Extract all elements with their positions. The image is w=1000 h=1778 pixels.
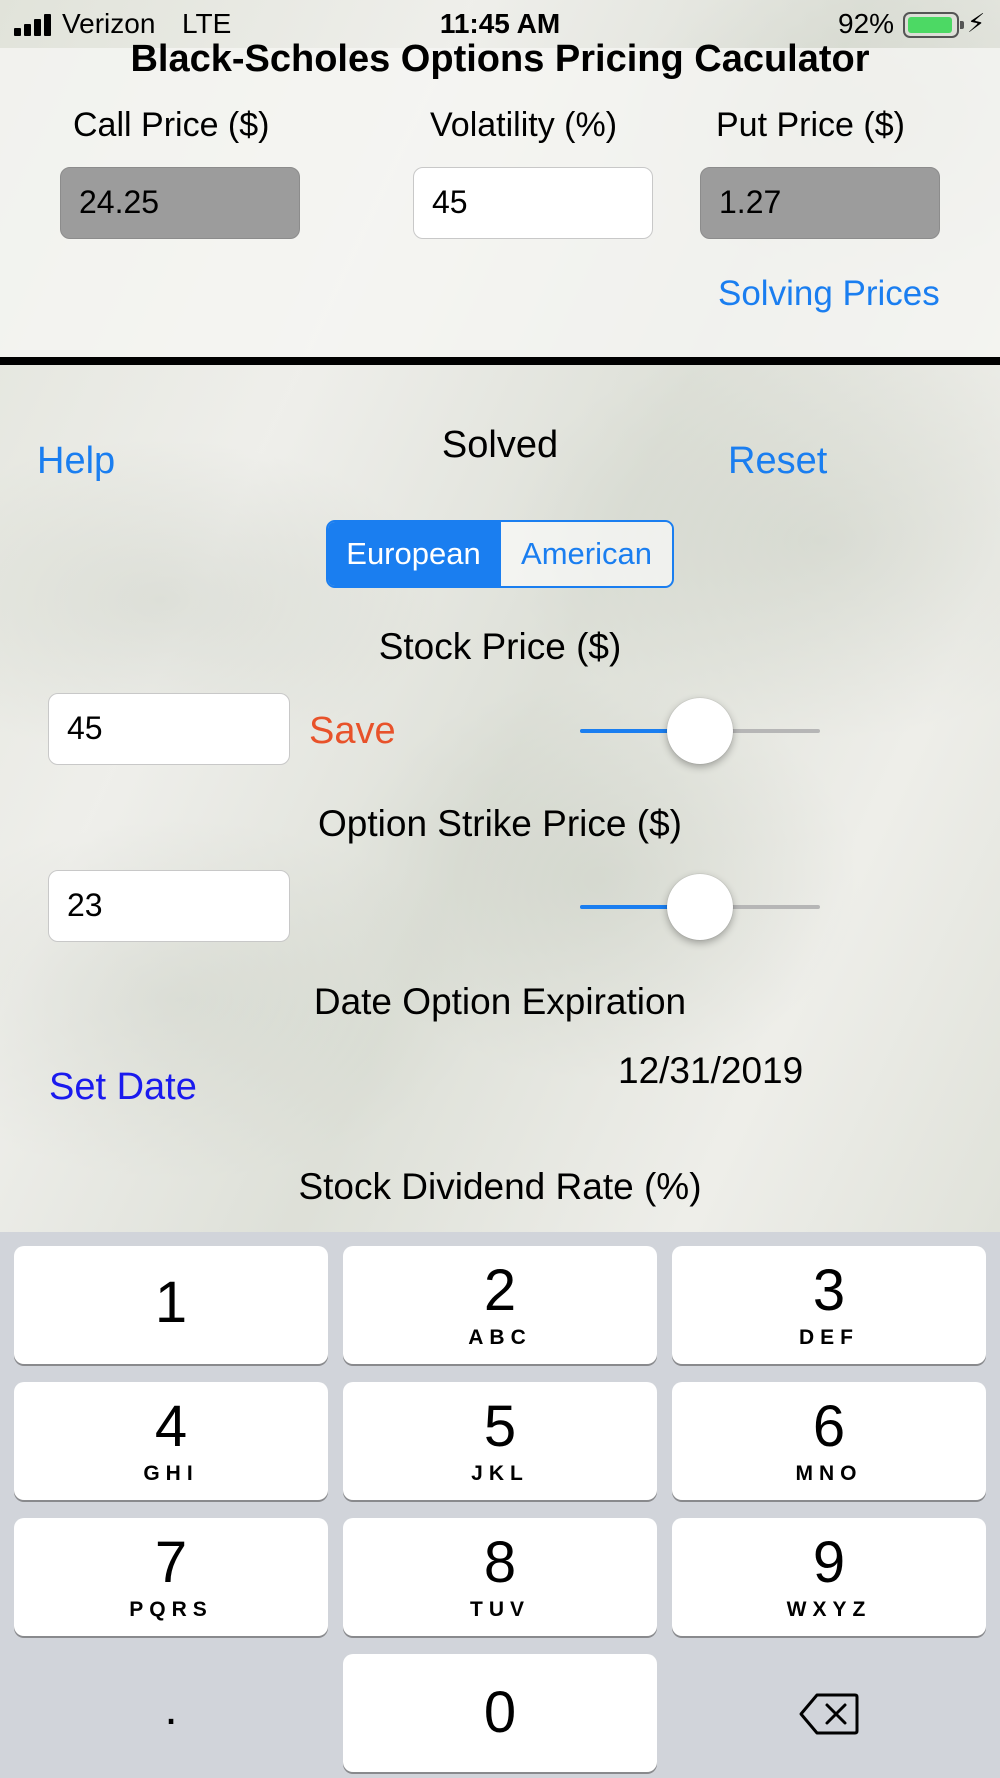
call-price-field: 24.25: [60, 167, 300, 239]
key-4[interactable]: 4 GHI: [14, 1382, 328, 1500]
key-2[interactable]: 2 ABC: [343, 1246, 657, 1364]
strike-price-slider-thumb[interactable]: [667, 874, 733, 940]
stock-price-slider-thumb[interactable]: [667, 698, 733, 764]
solve-status: Solved: [441, 424, 559, 466]
delete-key[interactable]: [672, 1654, 986, 1772]
battery-icon: [903, 12, 964, 38]
option-type-segmented-control: European American: [326, 520, 674, 588]
numeric-keypad: 1 2 ABC 3 DEF 4 GHI 5 JKL 6 MNO 7 PQRS 8 TUV 9W…: [0, 1232, 1000, 1778]
expiration-date: 12/31/2019: [618, 1050, 804, 1091]
key-decimal[interactable]: .: [14, 1654, 328, 1772]
dividend-rate-label: Stock Dividend Rate (%): [298, 1166, 702, 1207]
page-title: Black-Scholes Options Pricing Caculator: [130, 38, 870, 80]
solving-prices-button[interactable]: Solving Prices: [718, 274, 940, 314]
strike-price-label: Option Strike Price ($): [318, 803, 682, 844]
segment-european[interactable]: European: [328, 522, 499, 586]
key-8[interactable]: 8 TUV: [343, 1518, 657, 1636]
strike-price-input[interactable]: 23: [48, 870, 290, 942]
key-6[interactable]: 6 MNO: [672, 1382, 986, 1500]
call-price-label: Call Price ($): [73, 106, 270, 144]
stock-price-input[interactable]: 45: [48, 693, 290, 765]
stock-price-slider[interactable]: [580, 696, 820, 766]
key-9[interactable]: 9 WXYZ: [672, 1518, 986, 1636]
expiration-label: Date Option Expiration: [313, 981, 687, 1022]
key-5[interactable]: 5 JKL: [343, 1382, 657, 1500]
save-button[interactable]: Save: [309, 710, 396, 753]
stock-price-label: Stock Price ($): [378, 626, 622, 667]
volatility-label: Volatility (%): [430, 106, 618, 144]
battery-percent: 92%: [838, 8, 895, 39]
key-7[interactable]: 7 PQRS: [14, 1518, 328, 1636]
reset-button[interactable]: Reset: [728, 440, 827, 483]
put-price-field: 1.27: [700, 167, 940, 239]
key-0[interactable]: 0: [343, 1654, 657, 1772]
key-1[interactable]: 1: [14, 1246, 328, 1364]
backspace-icon: [799, 1693, 859, 1735]
charging-bolt-icon: ⚡: [967, 8, 986, 38]
set-date-button[interactable]: Set Date: [49, 1066, 197, 1109]
volatility-input[interactable]: 45: [413, 167, 653, 239]
segment-american[interactable]: American: [499, 522, 672, 586]
key-3[interactable]: 3 DEF: [672, 1246, 986, 1364]
put-price-label: Put Price ($): [716, 106, 905, 144]
divider: [0, 357, 1000, 365]
strike-price-slider[interactable]: [580, 872, 820, 942]
